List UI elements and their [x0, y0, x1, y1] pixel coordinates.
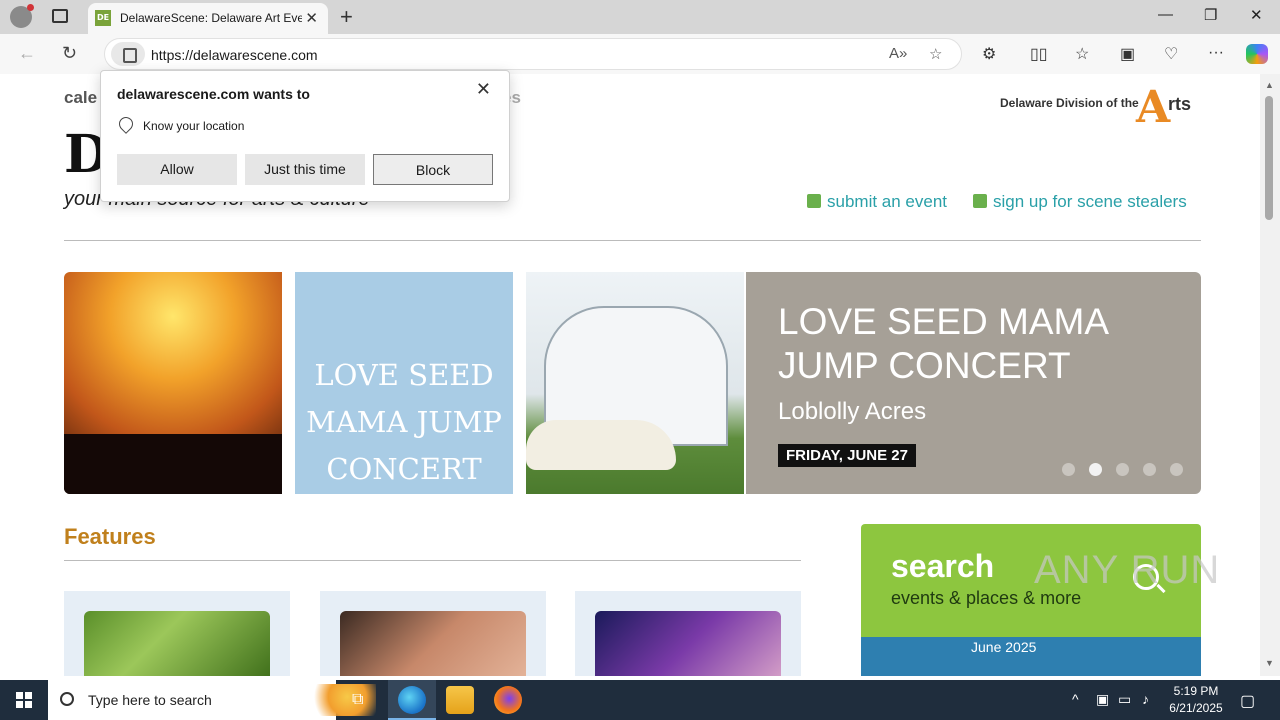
features-divider: [64, 560, 801, 561]
search-widget[interactable]: search events & places & more June 2025: [861, 524, 1201, 676]
volume-icon[interactable]: ♪: [1142, 691, 1149, 707]
search-icon: [60, 692, 74, 706]
address-bar[interactable]: https://delawarescene.com A» ☆: [104, 38, 962, 70]
scroll-up-icon[interactable]: ▲: [1265, 80, 1274, 90]
profile-icon[interactable]: [10, 4, 34, 28]
close-icon[interactable]: ✕: [476, 79, 491, 100]
dda-logo-text: Delaware Division of the: [1000, 96, 1139, 110]
window-close-icon[interactable]: ✕: [1250, 6, 1263, 24]
clock-time: 5:19 PM: [1173, 684, 1219, 698]
favorites-icon[interactable]: ☆: [1075, 44, 1089, 64]
scroll-thumb[interactable]: [1265, 96, 1273, 220]
permission-description: Know your location: [143, 119, 245, 133]
more-icon[interactable]: ···: [1208, 44, 1224, 62]
lock-icon[interactable]: [111, 42, 145, 66]
taskbar-search-placeholder[interactable]: Type here to search: [88, 692, 212, 708]
sign-up-label: sign up for scene stealers: [993, 192, 1187, 211]
slide-info-panel[interactable]: LOVE SEED MAMA JUMP CONCERT Loblolly Acr…: [746, 272, 1201, 494]
url-text[interactable]: https://delawarescene.com: [151, 47, 318, 63]
calendar-panel: June 2025: [861, 637, 1201, 676]
read-aloud-icon[interactable]: A»: [889, 45, 907, 62]
windows-taskbar: Type here to search ⧉ ^ ▣ ▭ ♪ 5:19 PM 6/…: [0, 680, 1280, 720]
network-icon[interactable]: ▭: [1118, 691, 1131, 708]
location-permission-dialog: delawarescene.com wants to ✕ Know your l…: [100, 70, 510, 202]
taskbar-clock[interactable]: 5:19 PM 6/21/2025: [1166, 683, 1226, 717]
poster-text: LOVE SEED MAMA JUMP CONCERT: [306, 358, 502, 486]
tabs-icon[interactable]: [52, 9, 68, 23]
location-pin-icon: [116, 114, 136, 134]
allow-button[interactable]: Allow: [117, 154, 237, 185]
firefox-icon[interactable]: [494, 686, 522, 714]
clock-date: 6/21/2025: [1169, 701, 1223, 715]
nav-link-calendar[interactable]: cale: [64, 88, 97, 108]
just-this-time-button[interactable]: Just this time: [245, 154, 365, 185]
feature-card[interactable]: [64, 591, 290, 676]
slider-dot[interactable]: [1116, 463, 1129, 476]
feature-image: [340, 611, 526, 676]
dda-logo-a: A: [1136, 82, 1171, 133]
submit-event-label: submit an event: [827, 192, 948, 211]
delaware-division-arts-logo[interactable]: Delaware Division of the A rts: [1000, 82, 1202, 133]
slide-venue: Loblolly Acres: [778, 398, 927, 425]
tray-device-icon[interactable]: ▣: [1096, 691, 1109, 708]
file-explorer-icon[interactable]: [446, 686, 474, 714]
concert-stage-image: [64, 272, 282, 494]
browser-toolbar: ← ↻ https://delawarescene.com A» ☆ ⚙ ▯▯ …: [0, 34, 1280, 74]
site-favicon-icon: DE: [95, 10, 111, 26]
slide-title[interactable]: LOVE SEED MAMA JUMP CONCERT: [778, 300, 1178, 388]
header-divider: [64, 240, 1201, 241]
watermark: ANY RUN: [1034, 548, 1221, 592]
slider-dot[interactable]: [1170, 463, 1183, 476]
extensions-icon[interactable]: ⚙: [982, 44, 996, 64]
collections-icon[interactable]: ▣: [1120, 44, 1135, 64]
featured-slider[interactable]: LOVE SEED MAMA JUMP CONCERT LOVE SEED MA…: [64, 272, 1201, 494]
restore-icon[interactable]: ❐: [1204, 6, 1217, 24]
feature-image: [84, 611, 270, 676]
new-tab-icon[interactable]: +: [340, 4, 353, 30]
copilot-icon[interactable]: [1246, 44, 1268, 64]
slider-dot[interactable]: [1062, 463, 1075, 476]
tab-strip: DE DelawareScene: Delaware Art Eve ✕ + —…: [0, 0, 1280, 34]
scroll-down-icon[interactable]: ▼: [1265, 658, 1274, 668]
tab-title: DelawareScene: Delaware Art Eve: [120, 11, 302, 25]
minimize-icon[interactable]: —: [1158, 6, 1173, 23]
calendar-month: June 2025: [971, 639, 1037, 655]
slider-dots: [1062, 463, 1197, 481]
dda-logo-rts: rts: [1168, 94, 1192, 114]
event-poster-image: LOVE SEED MAMA JUMP CONCERT: [295, 272, 513, 494]
submit-event-link[interactable]: submit an event: [807, 192, 947, 212]
slider-dot-active[interactable]: [1089, 463, 1102, 476]
search-title: search: [891, 548, 995, 584]
browser-chrome: DE DelawareScene: Delaware Art Eve ✕ + —…: [0, 0, 1280, 74]
page-scrollbar[interactable]: ▲ ▼: [1260, 74, 1280, 676]
block-button[interactable]: Block: [373, 154, 493, 185]
barn-image: [526, 272, 744, 494]
feature-image: [595, 611, 781, 676]
slide-date: FRIDAY, JUNE 27: [778, 444, 916, 467]
search-highlight-icon: [304, 684, 376, 716]
active-tab[interactable]: DE DelawareScene: Delaware Art Eve ✕: [88, 3, 328, 34]
browser-essentials-icon[interactable]: ♡: [1164, 44, 1178, 64]
sign-up-link[interactable]: sign up for scene stealers: [973, 192, 1187, 212]
close-icon[interactable]: ✕: [305, 9, 318, 27]
feature-card[interactable]: [320, 591, 546, 676]
tray-chevron-icon[interactable]: ^: [1072, 691, 1079, 707]
slider-dot[interactable]: [1143, 463, 1156, 476]
favorite-icon[interactable]: ☆: [929, 45, 942, 63]
envelope-icon: [973, 194, 987, 208]
taskbar-search[interactable]: Type here to search: [48, 680, 376, 720]
feature-card[interactable]: [575, 591, 801, 676]
task-view-icon[interactable]: ⧉: [352, 691, 363, 709]
calendar-plus-icon: [807, 194, 821, 208]
refresh-icon[interactable]: ↻: [62, 43, 77, 64]
windows-start-icon[interactable]: [16, 692, 32, 708]
permission-title: delawarescene.com wants to: [117, 86, 310, 102]
features-heading: Features: [64, 524, 156, 549]
split-screen-icon[interactable]: ▯▯: [1030, 44, 1048, 64]
notifications-icon[interactable]: ▢: [1240, 691, 1255, 711]
edge-icon[interactable]: [398, 686, 426, 714]
back-icon[interactable]: ←: [18, 43, 36, 64]
